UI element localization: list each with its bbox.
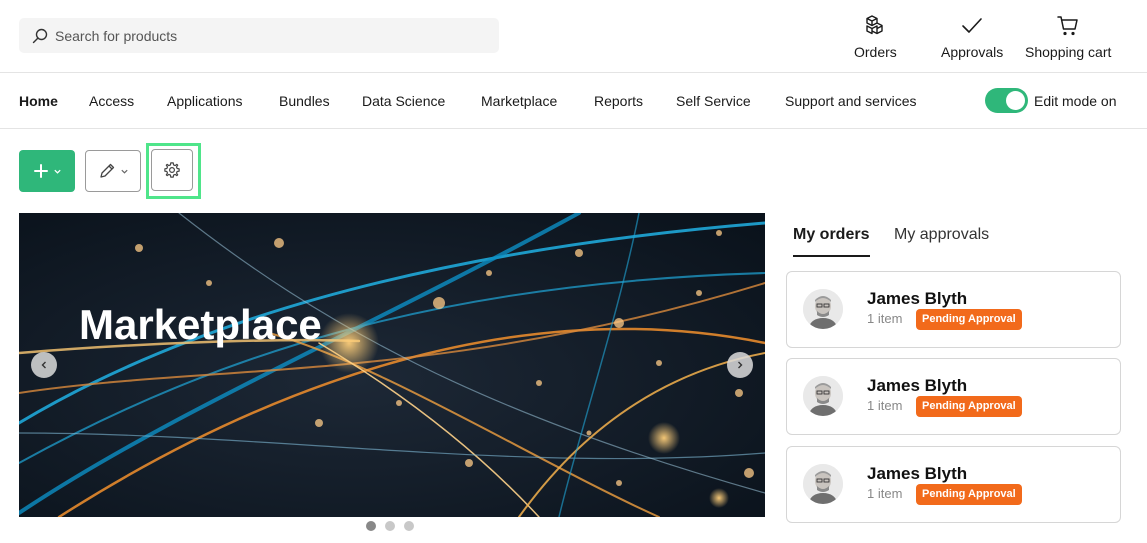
- hero-background-image: [19, 213, 765, 517]
- order-item-count: 1 item: [867, 486, 903, 501]
- settings-button[interactable]: [151, 149, 193, 191]
- shopping-cart-button[interactable]: Shopping cart: [1025, 14, 1111, 60]
- checkmark-icon: [962, 18, 982, 33]
- plus-icon: [33, 164, 48, 178]
- tab-my-orders[interactable]: My orders: [793, 226, 869, 244]
- nav-item-reports[interactable]: Reports: [594, 93, 643, 109]
- avatar: [803, 289, 843, 329]
- cart-icon: [1057, 16, 1078, 36]
- carousel-pagination: [366, 521, 414, 531]
- carousel-dot[interactable]: [385, 521, 395, 531]
- hero-carousel: Marketplace: [19, 213, 765, 517]
- chevron-down-icon: [120, 169, 128, 174]
- tab-my-approvals[interactable]: My approvals: [894, 226, 989, 244]
- orders-button[interactable]: Orders: [854, 14, 897, 60]
- order-requester-name: James Blyth: [867, 289, 968, 308]
- gear-icon: [164, 162, 180, 178]
- approvals-button[interactable]: Approvals: [941, 14, 1003, 60]
- order-item-count: 1 item: [867, 398, 903, 413]
- nav-item-access[interactable]: Access: [89, 93, 134, 109]
- chevron-left-icon: [41, 361, 46, 369]
- carousel-dot[interactable]: [404, 521, 414, 531]
- boxes-icon: [866, 15, 884, 35]
- order-card[interactable]: James Blyth 1 item Pending Approval: [786, 446, 1121, 523]
- avatar: [803, 464, 843, 504]
- status-badge: Pending Approval: [916, 396, 1022, 417]
- pencil-icon: [99, 163, 114, 178]
- nav-item-support-and-services[interactable]: Support and services: [785, 93, 917, 109]
- nav-item-bundles[interactable]: Bundles: [279, 93, 330, 109]
- search-input[interactable]: [55, 27, 475, 44]
- orders-label: Orders: [854, 44, 897, 60]
- top-header: Orders Approvals Shopping cart: [0, 0, 1147, 73]
- nav-item-self-service[interactable]: Self Service: [676, 93, 751, 109]
- nav-item-applications[interactable]: Applications: [167, 93, 243, 109]
- active-tab-indicator: [793, 255, 870, 257]
- edit-mode-label: Edit mode on: [1034, 93, 1117, 109]
- chevron-down-icon: [53, 169, 61, 174]
- order-requester-name: James Blyth: [867, 464, 968, 483]
- carousel-title: Marketplace: [79, 301, 322, 348]
- main-nav: Home Access Applications Bundles Data Sc…: [0, 73, 1147, 129]
- search-icon: [32, 28, 48, 43]
- edit-button[interactable]: [85, 150, 141, 192]
- nav-item-marketplace[interactable]: Marketplace: [481, 93, 557, 109]
- nav-item-home[interactable]: Home: [19, 93, 58, 109]
- edit-mode-toggle[interactable]: [985, 88, 1028, 113]
- carousel-prev-button[interactable]: [31, 352, 57, 378]
- add-button[interactable]: [19, 150, 75, 192]
- order-item-count: 1 item: [867, 311, 903, 326]
- avatar: [803, 376, 843, 416]
- nav-item-data-science[interactable]: Data Science: [362, 93, 445, 109]
- status-badge: Pending Approval: [916, 309, 1022, 330]
- order-requester-name: James Blyth: [867, 376, 968, 395]
- chevron-right-icon: [738, 361, 743, 369]
- toggle-knob: [1006, 91, 1025, 110]
- order-card[interactable]: James Blyth 1 item Pending Approval: [786, 271, 1121, 348]
- carousel-dot[interactable]: [366, 521, 376, 531]
- status-badge: Pending Approval: [916, 484, 1022, 505]
- carousel-next-button[interactable]: [727, 352, 753, 378]
- shopping-cart-label: Shopping cart: [1025, 44, 1112, 60]
- order-card[interactable]: James Blyth 1 item Pending Approval: [786, 358, 1121, 435]
- approvals-label: Approvals: [941, 44, 1004, 60]
- search-bar[interactable]: [19, 18, 499, 53]
